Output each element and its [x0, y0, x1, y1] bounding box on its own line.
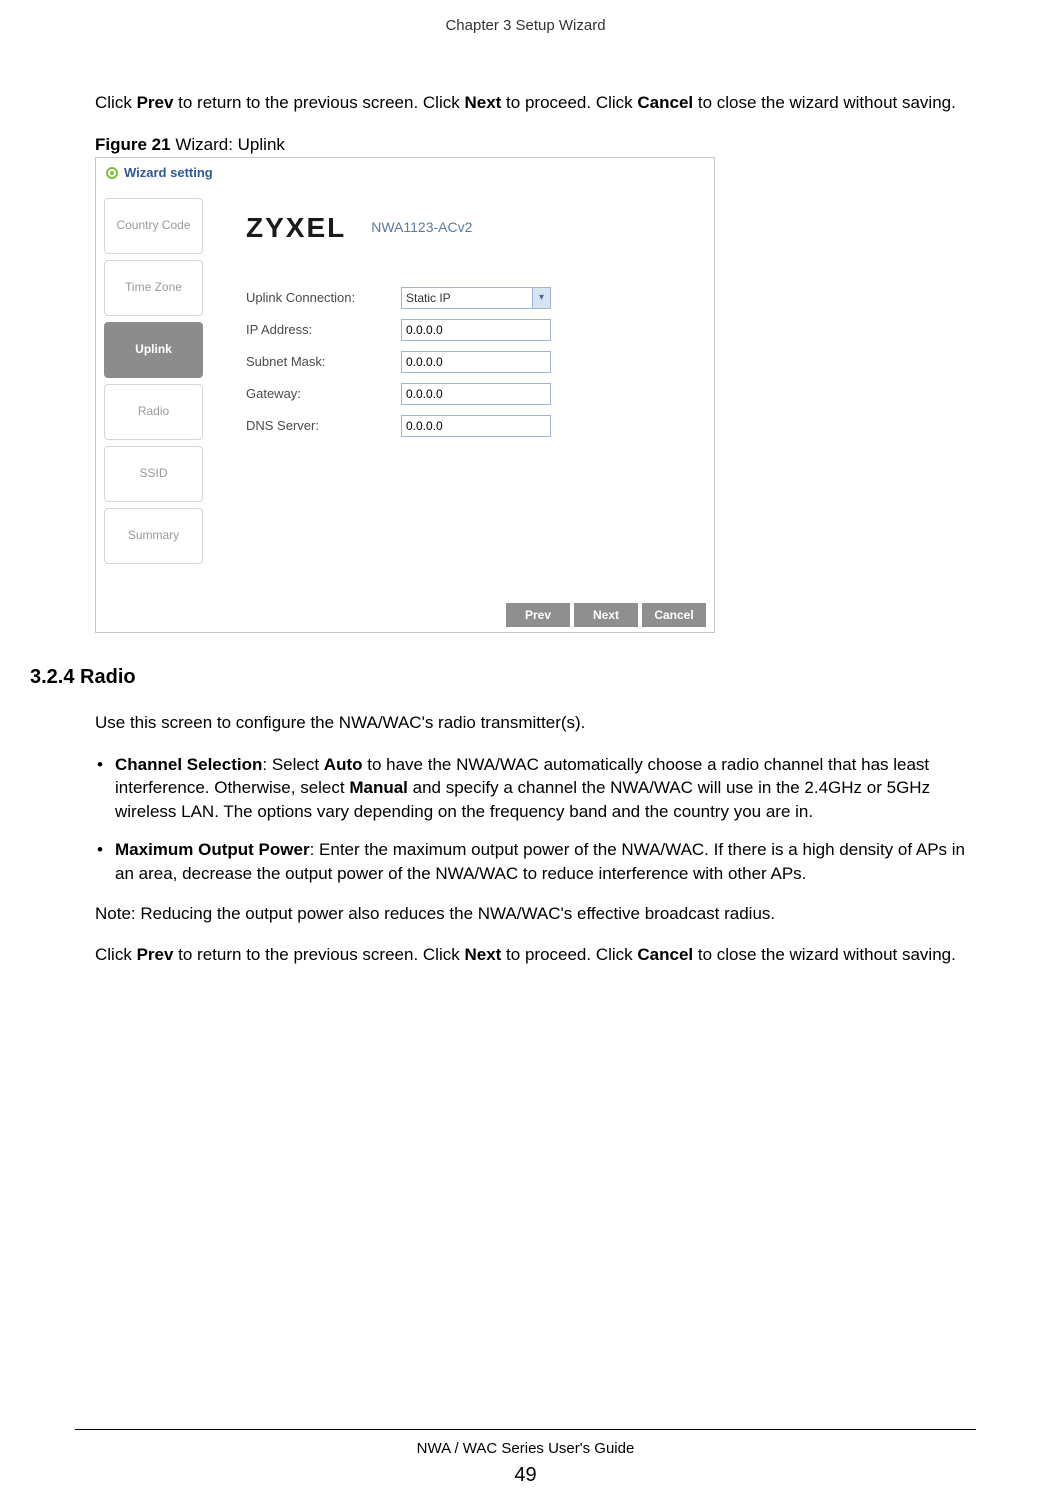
- text: Click: [95, 93, 137, 112]
- manual-bold: Manual: [349, 778, 408, 797]
- ip-address-input[interactable]: [401, 319, 551, 341]
- text: : Select: [262, 755, 323, 774]
- text: to close the wizard without saving.: [693, 945, 956, 964]
- cancel-button[interactable]: Cancel: [642, 603, 706, 627]
- gateway-label: Gateway:: [246, 385, 401, 403]
- select-value: Static IP: [402, 290, 532, 307]
- dns-server-row: DNS Server:: [246, 415, 694, 437]
- gateway-row: Gateway:: [246, 383, 694, 405]
- step-summary[interactable]: Summary: [104, 508, 203, 564]
- dns-server-label: DNS Server:: [246, 417, 401, 435]
- wizard-header: Wizard setting: [96, 158, 714, 188]
- text: Click: [95, 945, 137, 964]
- subnet-mask-label: Subnet Mask:: [246, 353, 401, 371]
- step-time-zone[interactable]: Time Zone: [104, 260, 203, 316]
- prev-button[interactable]: Prev: [506, 603, 570, 627]
- bullet-max-output-power: Maximum Output Power: Enter the maximum …: [115, 838, 976, 886]
- subnet-mask-input[interactable]: [401, 351, 551, 373]
- chevron-down-icon: ▾: [532, 288, 550, 308]
- cancel-bold: Cancel: [637, 945, 693, 964]
- zyxel-logo: ZYXEL: [246, 208, 346, 247]
- page-content: Click Prev to return to the previous scr…: [0, 36, 1051, 967]
- next-bold: Next: [464, 945, 501, 964]
- text: to proceed. Click: [501, 93, 637, 112]
- text: to proceed. Click: [501, 945, 637, 964]
- page-header: Chapter 3 Setup Wizard: [0, 0, 1051, 36]
- uplink-connection-select[interactable]: Static IP ▾: [401, 287, 551, 309]
- step-country-code[interactable]: Country Code: [104, 198, 203, 254]
- next-button[interactable]: Next: [574, 603, 638, 627]
- subnet-mask-row: Subnet Mask:: [246, 351, 694, 373]
- step-uplink[interactable]: Uplink: [104, 322, 203, 378]
- next-bold: Next: [464, 93, 501, 112]
- note-paragraph: Note: Reducing the output power also red…: [95, 902, 976, 926]
- bullet-bold: Maximum Output Power: [115, 840, 310, 859]
- intro-paragraph: Click Prev to return to the previous scr…: [95, 91, 976, 115]
- wizard-footer: Prev Next Cancel: [96, 598, 714, 632]
- uplink-connection-row: Uplink Connection: Static IP ▾: [246, 287, 694, 309]
- prev-bold: Prev: [137, 945, 174, 964]
- bullet-list: Channel Selection: Select Auto to have t…: [95, 753, 976, 886]
- wizard-steps: Country Code Time Zone Uplink Radio SSID…: [96, 188, 211, 598]
- ip-address-label: IP Address:: [246, 321, 401, 339]
- step-radio[interactable]: Radio: [104, 384, 203, 440]
- dns-server-input[interactable]: [401, 415, 551, 437]
- figure-title: Wizard: Uplink: [171, 135, 285, 154]
- figure-caption: Figure 21 Wizard: Uplink: [95, 133, 976, 157]
- wizard-screenshot: Wizard setting Country Code Time Zone Up…: [95, 157, 715, 633]
- wizard-title: Wizard setting: [124, 164, 213, 182]
- wizard-body: Country Code Time Zone Uplink Radio SSID…: [96, 188, 714, 598]
- ip-address-row: IP Address:: [246, 319, 694, 341]
- figure-number: Figure 21: [95, 135, 171, 154]
- bullet-channel-selection: Channel Selection: Select Auto to have t…: [115, 753, 976, 824]
- section-heading-radio: 3.2.4 Radio: [30, 663, 976, 691]
- outro-paragraph: Click Prev to return to the previous scr…: [95, 943, 976, 967]
- cancel-bold: Cancel: [637, 93, 693, 112]
- page-number: 49: [0, 1461, 1051, 1489]
- auto-bold: Auto: [324, 755, 363, 774]
- brand-row: ZYXEL NWA1123-ACv2: [246, 208, 694, 247]
- text: to return to the previous screen. Click: [173, 945, 464, 964]
- model-label: NWA1123-ACv2: [371, 218, 472, 238]
- radio-intro: Use this screen to configure the NWA/WAC…: [95, 711, 976, 735]
- wizard-main: ZYXEL NWA1123-ACv2 Uplink Connection: St…: [211, 188, 714, 598]
- gateway-input[interactable]: [401, 383, 551, 405]
- uplink-connection-label: Uplink Connection:: [246, 289, 401, 307]
- text: to return to the previous screen. Click: [173, 93, 464, 112]
- wizard-bullet-icon: [106, 167, 118, 179]
- footer-guide-title: NWA / WAC Series User's Guide: [75, 1429, 976, 1459]
- text: to close the wizard without saving.: [693, 93, 956, 112]
- step-ssid[interactable]: SSID: [104, 446, 203, 502]
- prev-bold: Prev: [137, 93, 174, 112]
- bullet-bold: Channel Selection: [115, 755, 262, 774]
